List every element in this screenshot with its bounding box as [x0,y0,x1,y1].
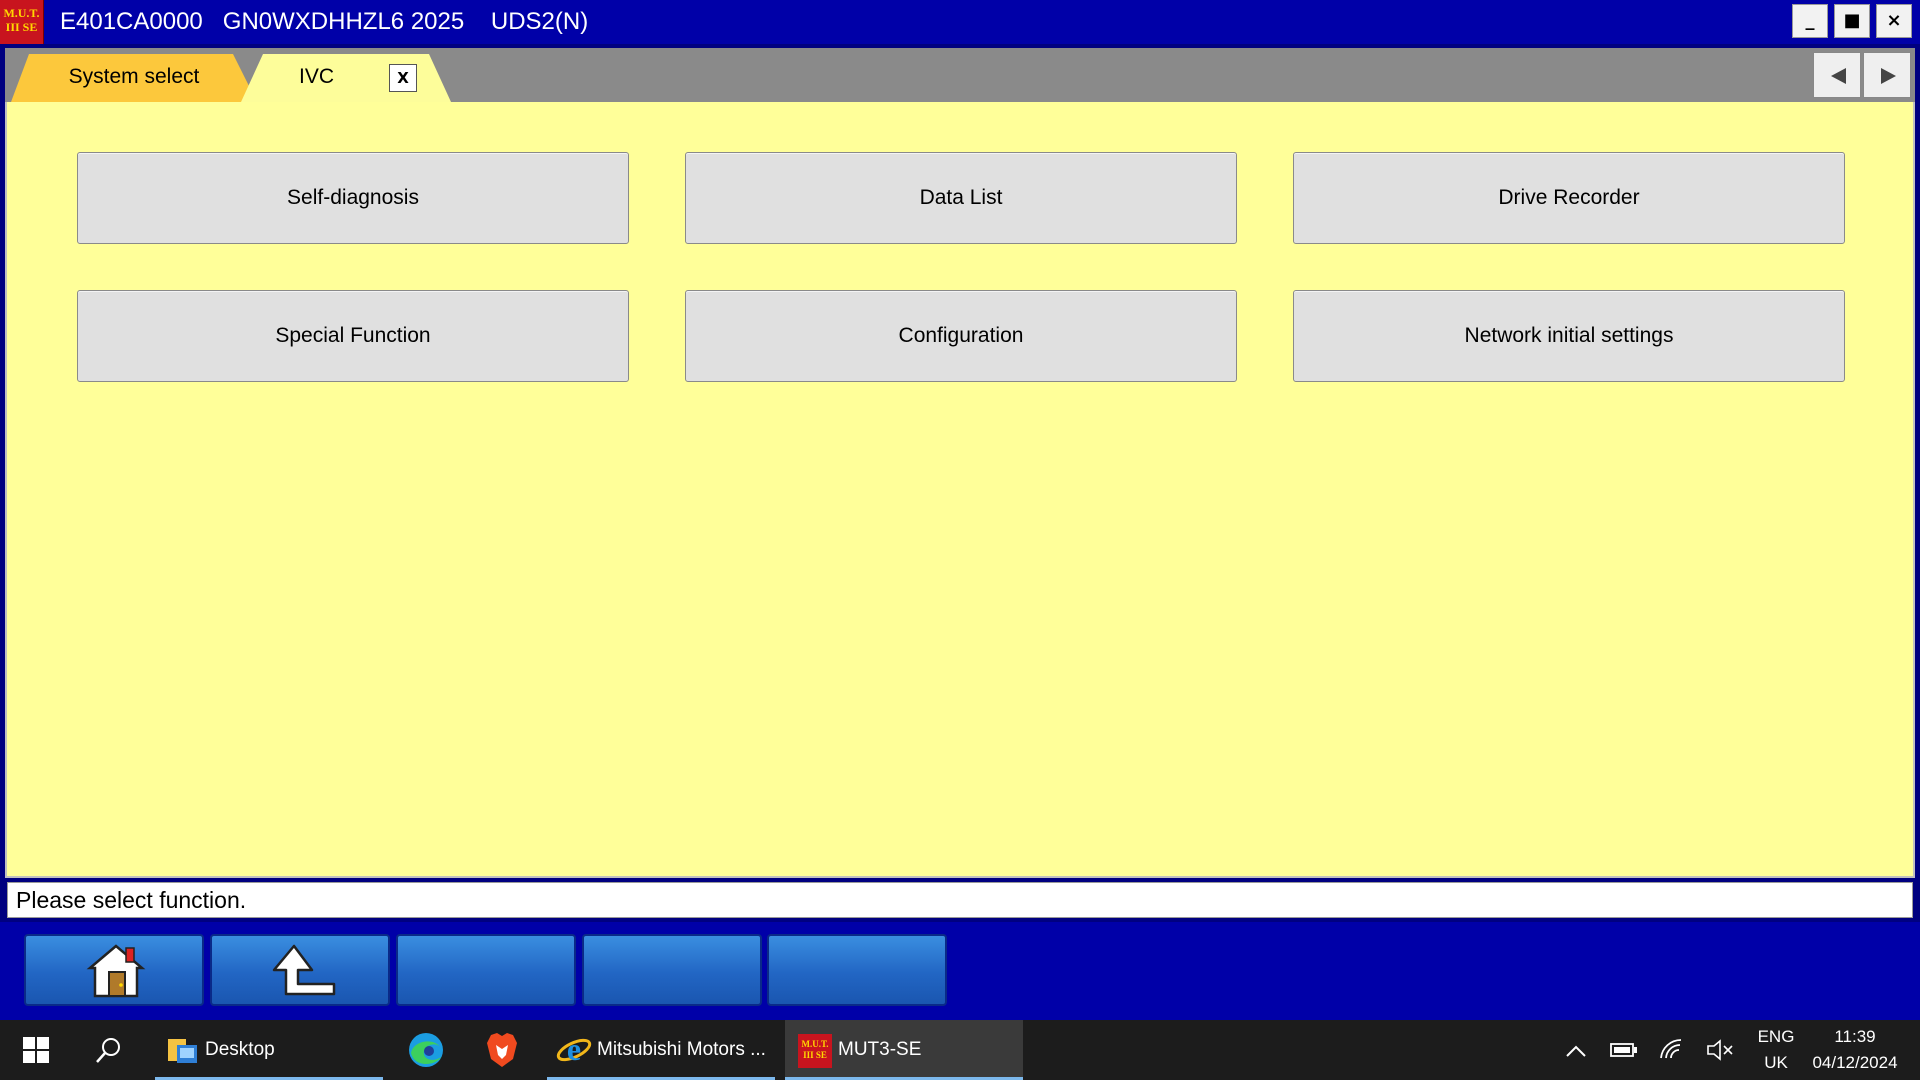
keyboard-layout-label: UK [1764,1053,1788,1072]
svg-text:e: e [567,1031,581,1067]
data-list-button[interactable]: Data List [685,152,1237,244]
taskbar-label: MUT3-SE [838,1039,922,1060]
configuration-button[interactable]: Configuration [685,290,1237,382]
taskbar-label: Mitsubishi Motors ... [597,1039,766,1060]
wifi-icon[interactable] [1658,1038,1686,1062]
home-icon [86,944,146,998]
show-hidden-icons-icon[interactable] [1565,1044,1587,1058]
back-button[interactable] [210,934,390,1006]
taskbar-desktop[interactable]: Desktop [155,1020,383,1080]
clock-date: 04/12/2024 [1812,1053,1898,1072]
folder-icon [168,1039,197,1063]
title-bar: M.U.T. III SE E401CA0000 GN0WXDHHZL6 202… [0,0,1920,44]
toolbar-empty-button-3[interactable] [396,934,576,1006]
volume-muted-icon[interactable] [1706,1038,1734,1062]
tab-ivc[interactable]: IVC X [241,54,451,102]
window-title: E401CA0000 GN0WXDHHZL6 2025 UDS2(N) [60,8,589,35]
tab-scroll-left-button[interactable] [1813,52,1861,98]
search-icon [96,1038,120,1063]
drive-recorder-button[interactable]: Drive Recorder [1293,152,1845,244]
taskbar-label: Desktop [205,1039,275,1060]
home-button[interactable] [24,934,204,1006]
taskbar-mitsubishi-motors[interactable]: e Mitsubishi Motors ... [547,1020,775,1080]
status-message: Please select function. [7,882,1913,918]
maximize-button[interactable]: ■ [1834,4,1870,38]
clock-time: 11:39 [1834,1027,1876,1046]
network-initial-settings-button[interactable]: Network initial settings [1293,290,1845,382]
function-panel: Self-diagnosis Data List Drive Recorder … [5,102,1915,878]
taskbar-edge[interactable] [400,1020,452,1080]
mut-app-logo: M.U.T. III SE [0,0,44,44]
mini-logo-text: M.U.T. III SE [801,1039,829,1060]
close-window-button[interactable]: × [1876,4,1912,38]
triangle-right-icon [1881,68,1896,84]
tab-label: IVC [299,65,335,88]
windows-start-icon [23,1037,49,1063]
system-clock[interactable]: 11:39 04/12/2024 [1800,1020,1910,1080]
input-language-indicator[interactable]: ENG UK [1752,1020,1800,1080]
tab-strip: System select IVC X [5,48,1915,102]
tab-scroll-right-button[interactable] [1863,52,1911,98]
tab-label: System select [68,65,200,88]
edge-icon [409,1033,443,1067]
toolbar-empty-button-5[interactable] [767,934,947,1006]
brave-icon [487,1033,517,1067]
taskbar-search-button[interactable] [90,1020,126,1080]
start-button[interactable] [18,1020,54,1080]
battery-icon[interactable] [1610,1041,1638,1059]
logo-text: M.U.T. III SE [3,6,40,34]
taskbar-mut3-se[interactable]: M.U.T. III SE MUT3-SE [785,1020,1023,1080]
taskbar-brave[interactable] [476,1020,528,1080]
minimize-button[interactable]: _ [1792,4,1828,38]
toolbar-empty-button-4[interactable] [582,934,762,1006]
special-function-button[interactable]: Special Function [77,290,629,382]
tab-close-button[interactable]: X [389,64,417,92]
back-arrow-icon [272,944,336,996]
internet-explorer-icon: e [556,1031,592,1067]
mut3-icon: M.U.T. III SE [798,1034,832,1068]
tab-system-select[interactable]: System select [11,54,257,102]
triangle-left-icon [1831,68,1846,84]
self-diagnosis-button[interactable]: Self-diagnosis [77,152,629,244]
language-label: ENG [1757,1027,1795,1046]
windows-taskbar: Desktop e Mitsubishi Motors ... M.U.T. I… [0,1020,1920,1080]
bottom-toolbar [0,922,1920,1020]
